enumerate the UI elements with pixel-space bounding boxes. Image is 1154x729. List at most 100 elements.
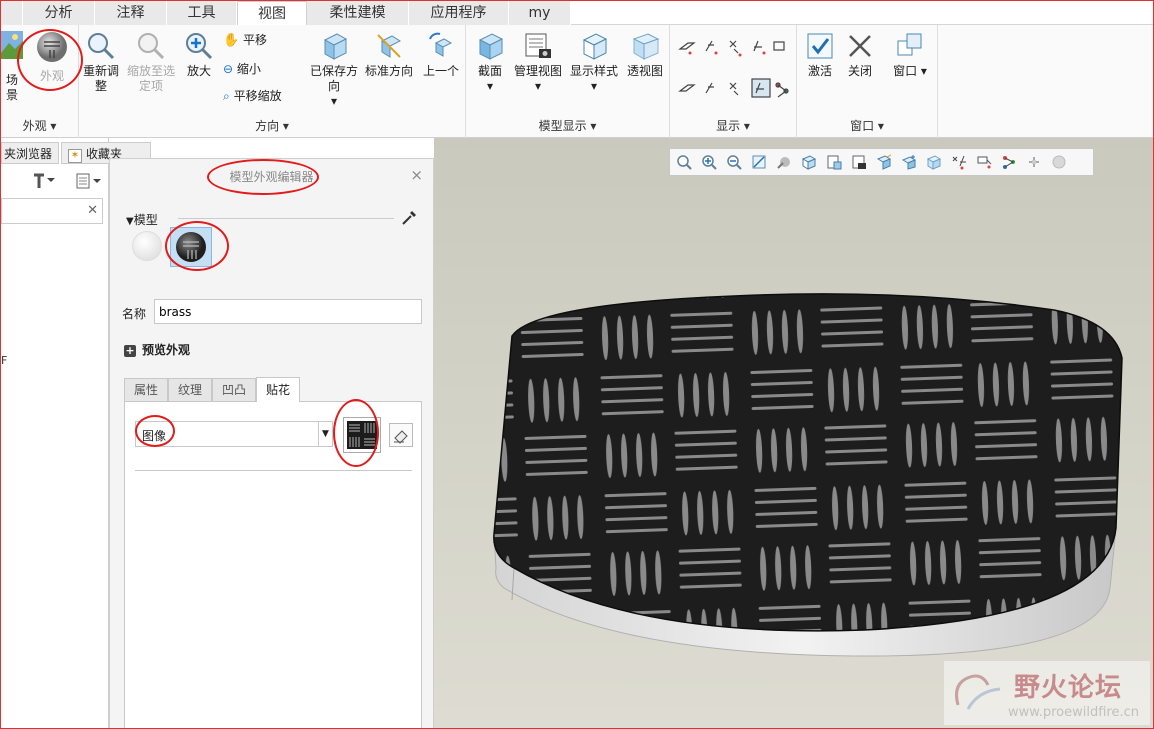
- pan-button[interactable]: ✋ 平移: [223, 31, 267, 49]
- standard-orientation-label: 标准方向: [364, 64, 413, 78]
- settings-tools-icon[interactable]: [31, 172, 61, 193]
- saved-orientation-label: 已保存方向: [309, 64, 358, 93]
- show-group: 显示 ▾: [670, 25, 797, 138]
- refit-label: 重新调整: [82, 64, 119, 93]
- appearance-swatch-white[interactable]: [132, 231, 162, 261]
- pan-hand-icon: ✋: [223, 33, 240, 48]
- standard-orientation-button[interactable]: 标准方向: [363, 31, 415, 79]
- show-menu-icon[interactable]: [75, 172, 105, 193]
- previous-orientation-label: 上一个: [422, 64, 459, 78]
- section-cube-icon: [478, 33, 504, 60]
- tab-annotate[interactable]: 注释: [95, 1, 167, 25]
- section-divider: [178, 218, 394, 219]
- windows-button[interactable]: 窗口 ▾: [885, 31, 935, 79]
- eraser-icon: [394, 430, 408, 444]
- model-3d-render: [493, 293, 1123, 657]
- refit-button[interactable]: 重新调整: [81, 31, 121, 94]
- saved-orientation-dropdown-icon: ▾: [330, 94, 338, 108]
- manage-views-label: 管理视图: [513, 64, 562, 78]
- eraser-button[interactable]: [389, 423, 413, 447]
- perspective-button[interactable]: 透视图: [624, 31, 666, 79]
- tab-applications[interactable]: 应用程序: [409, 1, 509, 25]
- pan-zoom-label: 平移缩放: [233, 89, 282, 103]
- refit-magnifier-icon: [88, 33, 115, 60]
- graphics-viewport[interactable]: 野火论坛 www.proewildfire.cn: [434, 138, 1153, 728]
- model-section-label: 模型: [133, 213, 158, 227]
- model-display-group: 截面 ▾ 管理视图 ▾ 显示样式 ▾ 透视图 模型显示 ▾: [466, 25, 670, 138]
- tab-flexible-modeling[interactable]: 柔性建模: [307, 1, 409, 25]
- tab-analysis[interactable]: 分析: [23, 1, 95, 25]
- zoom-out-label: 缩小: [236, 62, 261, 76]
- tree-item-partial[interactable]: F: [1, 354, 7, 367]
- windows-label: 窗口: [893, 64, 918, 78]
- window-group: 激活 关闭 窗口 ▾ 窗口 ▾: [797, 25, 938, 138]
- orientation-group: 重新调整 缩放至选定项 放大 ✋ 平移 ⊖ 缩小 ⌕ 平移缩放 已保存方向 ▾ …: [79, 25, 466, 138]
- collapse-triangle-icon: ▼: [126, 216, 134, 227]
- saved-orientation-button[interactable]: 已保存方向 ▾: [307, 31, 361, 109]
- watermark-url: www.proewildfire.cn: [1008, 705, 1139, 720]
- tab-my[interactable]: my: [509, 1, 571, 25]
- tab-properties[interactable]: 属性: [124, 378, 168, 402]
- tab-texture[interactable]: 纹理: [168, 378, 212, 402]
- clear-search-icon[interactable]: ✕: [87, 203, 98, 218]
- close-window-button[interactable]: 关闭: [841, 31, 879, 79]
- display-style-label: 显示样式: [569, 64, 618, 78]
- activate-label: 激活: [807, 64, 832, 78]
- tab-partial[interactable]: [1, 1, 23, 25]
- zoom-out-icon: ⊖: [223, 62, 234, 76]
- favorites-star-icon: ✶: [68, 149, 82, 163]
- standard-orientation-icon: [377, 34, 402, 58]
- close-x-icon: [849, 35, 871, 57]
- previous-orientation-button[interactable]: 上一个: [419, 31, 463, 79]
- pan-zoom-button[interactable]: ⌕ 平移缩放: [223, 87, 282, 105]
- zoom-selected-button[interactable]: 缩放至选定项: [125, 31, 177, 94]
- app-window: 分析 注释 工具 视图 柔性建模 应用程序 my 场景 外观 外观 ▾ 重新调整…: [0, 0, 1154, 729]
- model-section-toggle[interactable]: ▼模型: [126, 211, 158, 228]
- preview-appearance-toggle[interactable]: + 预览外观: [124, 341, 190, 358]
- select-arrow-icon: ▼: [318, 422, 332, 446]
- tab-view[interactable]: 视图: [237, 1, 307, 26]
- datum-display-icons: [678, 40, 789, 98]
- watermark: 野火论坛 www.proewildfire.cn: [944, 661, 1150, 725]
- annotation-circle-decal-type: [135, 415, 175, 447]
- name-label: 名称: [122, 307, 147, 321]
- annotation-circle-editor-title: [207, 159, 319, 195]
- tab-decal[interactable]: 贴花: [256, 377, 300, 403]
- appearance-name-input[interactable]: [154, 299, 422, 324]
- show-group-label[interactable]: 显示 ▾: [670, 117, 796, 134]
- display-style-dropdown-icon: ▾: [590, 79, 598, 93]
- tab-tools[interactable]: 工具: [167, 1, 237, 25]
- tab-bump[interactable]: 凹凸: [212, 378, 256, 402]
- perspective-icon: [632, 33, 660, 60]
- manage-views-dropdown-icon: ▾: [534, 79, 542, 93]
- watermark-title: 野火论坛: [1014, 673, 1123, 703]
- annotation-circle-appearance: [17, 29, 83, 91]
- appearance-group-label[interactable]: 外观 ▾: [1, 117, 78, 134]
- zoom-selected-icon: [138, 33, 165, 60]
- orientation-group-label[interactable]: 方向 ▾: [79, 117, 465, 134]
- section-dropdown-icon: ▾: [486, 79, 494, 93]
- activate-button[interactable]: 激活: [801, 31, 839, 79]
- saved-orientation-icon: [323, 33, 348, 60]
- editor-close-icon[interactable]: ×: [410, 166, 423, 184]
- model-display-group-label[interactable]: 模型显示 ▾: [466, 117, 669, 134]
- zoom-out-button[interactable]: ⊖ 缩小: [223, 60, 261, 78]
- pan-zoom-icon: ⌕: [223, 89, 230, 103]
- manage-views-button[interactable]: 管理视图 ▾: [512, 31, 564, 94]
- folder-browser-tab[interactable]: 夹浏览器: [1, 142, 59, 164]
- ribbon: 场景 外观 外观 ▾ 重新调整 缩放至选定项 放大 ✋ 平移 ⊖ 缩小 ⌕ 平移…: [1, 25, 1153, 138]
- zoom-in-button[interactable]: 放大: [179, 31, 219, 79]
- window-group-label[interactable]: 窗口 ▾: [797, 117, 937, 134]
- display-style-button[interactable]: 显示样式 ▾: [566, 31, 622, 94]
- section-button[interactable]: 截面 ▾: [470, 31, 510, 94]
- scene-label: 场景: [5, 73, 18, 102]
- editor-subtabs: 属性 纹理 凹凸 贴花: [124, 377, 422, 403]
- zoom-in-label: 放大: [186, 64, 211, 78]
- expand-plus-icon: +: [124, 344, 136, 357]
- pan-label: 平移: [243, 33, 268, 47]
- eyedropper-icon[interactable]: [400, 209, 418, 227]
- zoom-selected-label: 缩放至选定项: [126, 64, 175, 93]
- tree-search-input[interactable]: ✕: [1, 198, 103, 224]
- annotation-circle-decal-image: [333, 399, 379, 467]
- previous-orientation-icon: [429, 32, 453, 57]
